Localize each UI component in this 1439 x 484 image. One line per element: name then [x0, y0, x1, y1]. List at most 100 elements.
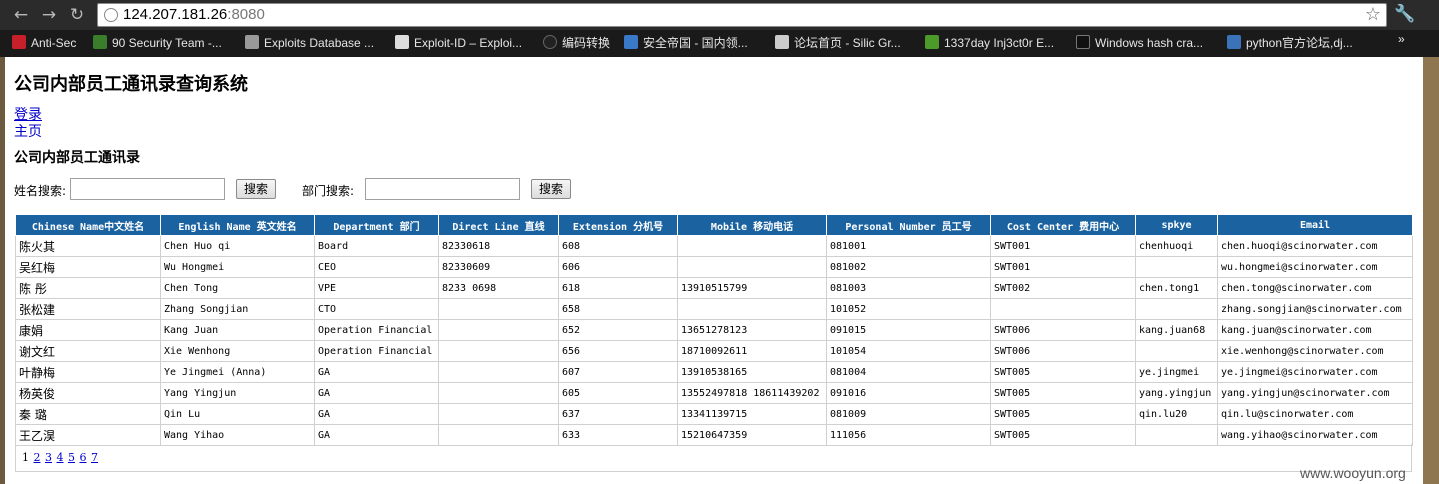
table-cell: kang.juan68: [1135, 319, 1218, 341]
table-cell: SWT006: [990, 319, 1136, 341]
table-cell: [438, 298, 559, 320]
table-cell: SWT001: [990, 235, 1136, 257]
table-cell: [438, 382, 559, 404]
table-cell: 081003: [826, 277, 991, 299]
column-header: Chinese Name中文姓名: [15, 214, 161, 236]
table-cell: [677, 235, 827, 257]
table-cell: 081002: [826, 256, 991, 278]
dept-search-label: 部门搜索:: [302, 184, 355, 198]
table-cell: [438, 319, 559, 341]
bookmark-item[interactable]: Anti-Sec: [12, 34, 76, 52]
dept-search-input[interactable]: [365, 178, 520, 200]
table-cell: 652: [558, 319, 678, 341]
table-cell: 081004: [826, 361, 991, 383]
table-cell: chenhuoqi: [1135, 235, 1218, 257]
table-cell: 618: [558, 277, 678, 299]
column-header: Cost Center 费用中心: [990, 214, 1136, 236]
bookmark-favicon-icon: [12, 35, 26, 49]
bookmark-item[interactable]: Exploits Database ...: [245, 34, 374, 52]
table-cell: 康娟: [15, 319, 161, 341]
page-current: 1: [22, 451, 29, 464]
column-header: Direct Line 直线: [438, 214, 559, 236]
name-search-input[interactable]: [70, 178, 225, 200]
page-link[interactable]: 6: [80, 451, 87, 464]
table-cell: Wu Hongmei: [160, 256, 315, 278]
table-cell: SWT005: [990, 361, 1136, 383]
wrench-icon[interactable]: 🔧: [1394, 4, 1415, 24]
table-cell: 656: [558, 340, 678, 362]
table-cell: Operation Financial: [314, 319, 439, 341]
table-cell: 8233 0698: [438, 277, 559, 299]
table-cell: qin.lu@scinorwater.com: [1217, 403, 1413, 425]
table-cell: [1135, 256, 1218, 278]
table-cell: GA: [314, 403, 439, 425]
back-icon[interactable]: ←: [10, 5, 32, 25]
table-cell: chen.tong@scinorwater.com: [1217, 277, 1413, 299]
column-header: Mobile 移动电话: [677, 214, 827, 236]
table-cell: 091016: [826, 382, 991, 404]
table-cell: Zhang Songjian: [160, 298, 315, 320]
bookmark-item[interactable]: 90 Security Team -...: [93, 34, 222, 52]
address-url[interactable]: 124.207.181.26:8080: [123, 6, 265, 23]
page-link[interactable]: 2: [34, 451, 41, 464]
table-cell: Operation Financial: [314, 340, 439, 362]
name-search-button[interactable]: 搜索: [236, 179, 276, 199]
page-link[interactable]: 3: [45, 451, 52, 464]
table-cell: 111056: [826, 424, 991, 446]
table-row: 秦 璐 Qin Lu GA 637 13341139715 081009 SWT005 qin…: [15, 403, 1413, 425]
bookmark-favicon-icon: [925, 35, 939, 49]
page-title: 公司内部员工通讯录查询系统: [14, 74, 248, 95]
table-cell: 658: [558, 298, 678, 320]
table-body: 陈火其 Chen Huo qi Board 82330618 608 081001 SWT0…: [15, 235, 1413, 446]
reload-icon[interactable]: ↻: [66, 5, 88, 25]
address-bar[interactable]: 124.207.181.26:8080 ☆: [97, 3, 1387, 27]
bookmarks-more-icon[interactable]: »: [1398, 30, 1405, 48]
bookmark-item[interactable]: python官方论坛,dj...: [1227, 34, 1353, 52]
table-header-row: Chinese Name中文姓名 English Name 英文姓名 Departm…: [15, 214, 1413, 236]
bookmark-item[interactable]: 1337day Inj3ct0r E...: [925, 34, 1054, 52]
table-cell: Yang Yingjun: [160, 382, 315, 404]
table-cell: qin.lu20: [1135, 403, 1218, 425]
bookmark-item[interactable]: Exploit-ID – Exploi...: [395, 34, 522, 52]
column-header: Extension 分机号: [558, 214, 678, 236]
dept-search-button[interactable]: 搜索: [531, 179, 571, 199]
table-row: 张松建 Zhang Songjian CTO 658 101052 zhang.songj…: [15, 298, 1413, 320]
table-cell: [438, 403, 559, 425]
bookmark-item[interactable]: 安全帝国 - 国内领...: [624, 34, 748, 52]
globe-icon: [104, 8, 118, 22]
bookmark-item[interactable]: Windows hash cra...: [1076, 34, 1203, 52]
table-cell: 18710092611: [677, 340, 827, 362]
bookmark-favicon-icon: [775, 35, 789, 49]
bookmark-item[interactable]: 论坛首页 - Silic Gr...: [775, 34, 901, 52]
section-title: 公司内部员工通讯录: [14, 150, 140, 166]
table-cell: Xie Wenhong: [160, 340, 315, 362]
table-row: 陈 彤 Chen Tong VPE 8233 0698 618 13910515799 08…: [15, 277, 1413, 299]
table-cell: SWT005: [990, 382, 1136, 404]
bookmark-favicon-icon: [1227, 35, 1241, 49]
table-cell: 82330618: [438, 235, 559, 257]
page-link[interactable]: 7: [91, 451, 98, 464]
browser-toolbar: ← → ↻ 124.207.181.26:8080 ☆ 🔧: [0, 0, 1439, 30]
table-cell: [1135, 340, 1218, 362]
bookmark-favicon-icon: [395, 35, 409, 49]
table-row: 康娟 Kang Juan Operation Financial 652 1365127…: [15, 319, 1413, 341]
table-cell: 吴红梅: [15, 256, 161, 278]
page-link[interactable]: 4: [57, 451, 64, 464]
table-cell: 谢文红: [15, 340, 161, 362]
table-cell: 13341139715: [677, 403, 827, 425]
bookmark-item[interactable]: 编码转换: [543, 34, 610, 52]
bookmark-star-icon[interactable]: ☆: [1365, 4, 1381, 25]
page-link[interactable]: 5: [68, 451, 75, 464]
table-cell: Wang Yihao: [160, 424, 315, 446]
bookmark-favicon-icon: [624, 35, 638, 49]
table-cell: GA: [314, 424, 439, 446]
table-cell: GA: [314, 361, 439, 383]
watermark: www.wooyun.org: [1300, 465, 1406, 481]
table-cell: ye.jingmei@scinorwater.com: [1217, 361, 1413, 383]
table-row: 王乙淏 Wang Yihao GA 633 15210647359 111056 SWT00…: [15, 424, 1413, 446]
forward-icon[interactable]: →: [38, 5, 60, 25]
table-cell: CTO: [314, 298, 439, 320]
home-link[interactable]: 主页: [14, 121, 42, 141]
table-row: 谢文红 Xie Wenhong Operation Financial 656 1871…: [15, 340, 1413, 362]
table-cell: xie.wenhong@scinorwater.com: [1217, 340, 1413, 362]
